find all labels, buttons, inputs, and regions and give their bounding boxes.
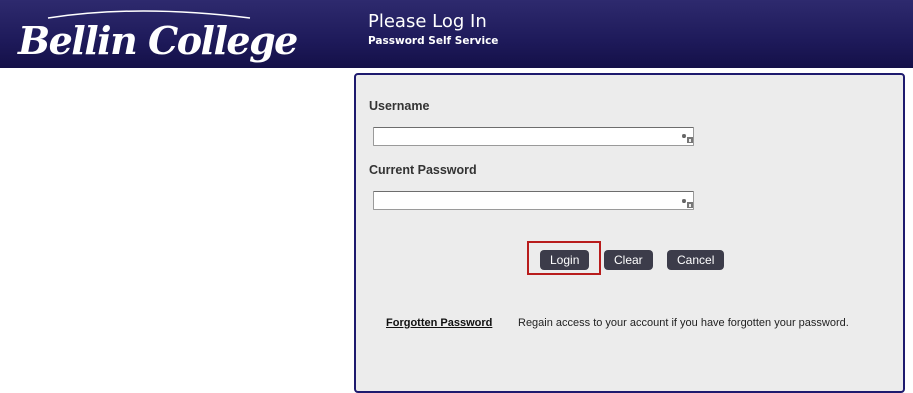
login-panel: Username Current Password [354, 73, 905, 393]
clear-button[interactable]: Clear [604, 250, 653, 270]
current-password-label: Current Password [369, 163, 477, 177]
current-password-input[interactable] [373, 191, 694, 210]
header-banner: Bellin College Please Log In Password Se… [0, 0, 913, 68]
forgotten-password-link[interactable]: Forgotten Password [386, 317, 492, 329]
page-title: Please Log In [368, 11, 487, 32]
cancel-button[interactable]: Cancel [667, 250, 725, 270]
forgotten-password-description: Regain access to your account if you hav… [518, 317, 849, 329]
password-manager-key-icon[interactable] [680, 130, 694, 144]
username-input[interactable] [373, 127, 694, 146]
page-subtitle: Password Self Service [368, 35, 499, 47]
password-manager-key-icon[interactable] [680, 195, 694, 209]
username-label: Username [369, 99, 430, 113]
login-button[interactable]: Login [540, 250, 590, 270]
logo-text: Bellin College [18, 18, 298, 63]
bellin-college-logo: Bellin College [18, 6, 298, 66]
